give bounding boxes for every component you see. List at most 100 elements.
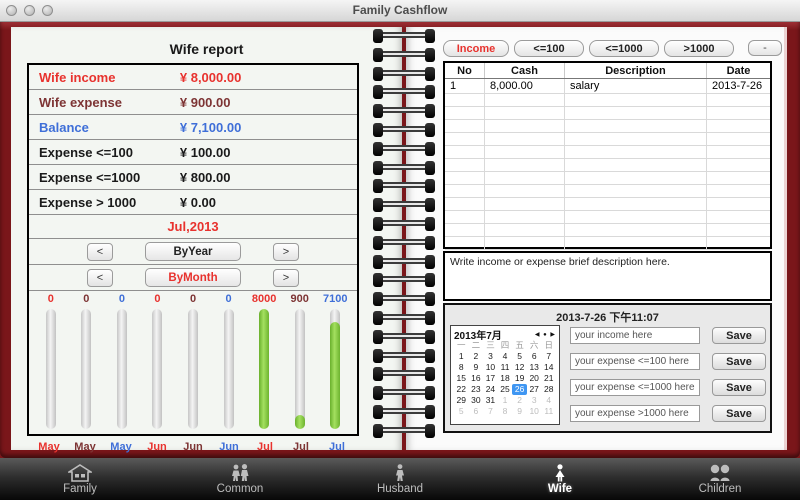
chart-month-label: Jun [147,441,167,453]
calendar-day[interactable]: 17 [483,373,498,384]
calendar-day[interactable]: 9 [469,362,484,373]
toolbar-item-label: Children [698,482,742,495]
spiral-staple [373,329,435,344]
report-row-label: Expense > 1000 [39,194,137,210]
calendar-day[interactable]: 7 [483,406,498,417]
month-next-button[interactable]: > [273,269,299,287]
calendar-day[interactable]: 4 [541,395,556,406]
calendar[interactable]: 2013年7月 ◀ ● ▶ 一二三四五六日 1 2 3 4 5 6 7 8 9 10 11 12 13 14… [450,325,560,425]
filter-button-Income[interactable]: Income [443,40,509,57]
calendar-nav[interactable]: ◀ ● ▶ [535,331,556,338]
by-year-button[interactable]: ByYear [145,242,241,261]
year-prev-button[interactable]: < [87,243,113,261]
month-prev-button[interactable]: < [87,269,113,287]
calendar-day[interactable]: 3 [483,351,498,362]
calendar-weekday: 一 [457,340,466,350]
calendar-weekday: 五 [515,340,524,350]
calendar-day[interactable]: 12 [512,362,527,373]
calendar-day[interactable]: 19 [512,373,527,384]
calendar-day[interactable]: 10 [483,362,498,373]
calendar-day[interactable]: 14 [541,362,556,373]
calendar-day[interactable]: 8 [454,362,469,373]
chart-bar-track [330,309,341,429]
table-row-empty[interactable] [445,198,770,211]
by-month-button[interactable]: ByMonth [145,268,241,287]
calendar-day[interactable]: 20 [527,373,542,384]
calendar-day[interactable]: 15 [454,373,469,384]
table-row-empty[interactable] [445,133,770,146]
table-row-empty[interactable] [445,224,770,237]
calendar-day[interactable]: 7 [541,351,556,362]
income-input[interactable] [570,327,700,344]
calendar-day[interactable]: 13 [527,362,542,373]
calendar-day[interactable]: 2 [469,351,484,362]
calendar-day[interactable]: 10 [527,406,542,417]
calendar-weekday-row: 一二三四五六日 [454,340,556,351]
toolbar-item-wife[interactable]: Wife [480,458,640,500]
calendar-day[interactable]: 9 [512,406,527,417]
calendar-day[interactable]: 11 [498,362,513,373]
save-button[interactable]: Save [712,405,766,422]
right-page: Income <=100 <=1000 >1000 - No Cash Descripti… [406,27,787,450]
report-row-label: Wife expense [39,94,122,110]
spiral-staple [373,66,435,81]
table-row-empty[interactable] [445,185,770,198]
records-table: No Cash Description Date 1 8,000.00 salary 201… [443,61,772,250]
table-row-empty[interactable] [445,172,770,185]
calendar-day[interactable]: 23 [469,384,484,395]
minus-button[interactable]: - [748,40,782,56]
expense-1000-input[interactable] [570,379,700,396]
calendar-day[interactable]: 6 [527,351,542,362]
save-button[interactable]: Save [712,379,766,396]
expense-gt1000-input[interactable] [570,405,700,422]
toolbar-item-family[interactable]: Family [0,458,160,500]
calendar-day[interactable]: 5 [512,351,527,362]
calendar-day[interactable]: 6 [469,406,484,417]
filter-button-1000[interactable]: >1000 [664,40,734,57]
table-row-empty[interactable] [445,159,770,172]
calendar-day[interactable]: 25 [498,384,513,395]
save-button[interactable]: Save [712,353,766,370]
table-row-empty[interactable] [445,146,770,159]
toolbar-item-husband[interactable]: Husband [320,458,480,500]
chart-bar-column: 0 [140,293,176,430]
table-row-empty[interactable] [445,107,770,120]
filter-button-1000[interactable]: <=1000 [589,40,659,57]
calendar-day[interactable]: 26 [512,384,527,395]
toolbar-item-children[interactable]: Children [640,458,800,500]
table-row-empty[interactable] [445,120,770,133]
calendar-day[interactable]: 11 [541,406,556,417]
report-title: Wife report [169,41,244,57]
calendar-day[interactable]: 29 [454,395,469,406]
calendar-day[interactable]: 8 [498,406,513,417]
spiral-staple [373,311,435,325]
calendar-day[interactable]: 2 [512,395,527,406]
calendar-day[interactable]: 31 [483,395,498,406]
calendar-day[interactable]: 18 [498,373,513,384]
calendar-day[interactable]: 27 [527,384,542,395]
calendar-day[interactable]: 22 [454,384,469,395]
calendar-day[interactable]: 1 [498,395,513,406]
calendar-day[interactable]: 5 [454,406,469,417]
toolbar-item-common[interactable]: Common [160,458,320,500]
spiral-staple [373,85,435,100]
save-button[interactable]: Save [712,327,766,344]
calendar-day[interactable]: 21 [541,373,556,384]
filter-button-100[interactable]: <=100 [514,40,584,57]
calendar-day[interactable]: 30 [469,395,484,406]
table-row-empty[interactable] [445,211,770,224]
expense-100-input[interactable] [570,353,700,370]
calendar-day[interactable]: 4 [498,351,513,362]
entry-row: Save [570,353,770,370]
calendar-day[interactable]: 28 [541,384,556,395]
calendar-day[interactable]: 3 [527,395,542,406]
calendar-day[interactable]: 24 [483,384,498,395]
calendar-day[interactable]: 16 [469,373,484,384]
table-row-empty[interactable] [445,237,770,250]
table-row-empty[interactable] [445,94,770,107]
calendar-day[interactable]: 1 [454,351,469,362]
chart-month-label: May [74,441,96,453]
table-row[interactable]: 1 8,000.00 salary 2013-7-26 [445,79,770,94]
year-next-button[interactable]: > [273,243,299,261]
description-box[interactable]: Write income or expense brief descriptio… [443,251,772,301]
